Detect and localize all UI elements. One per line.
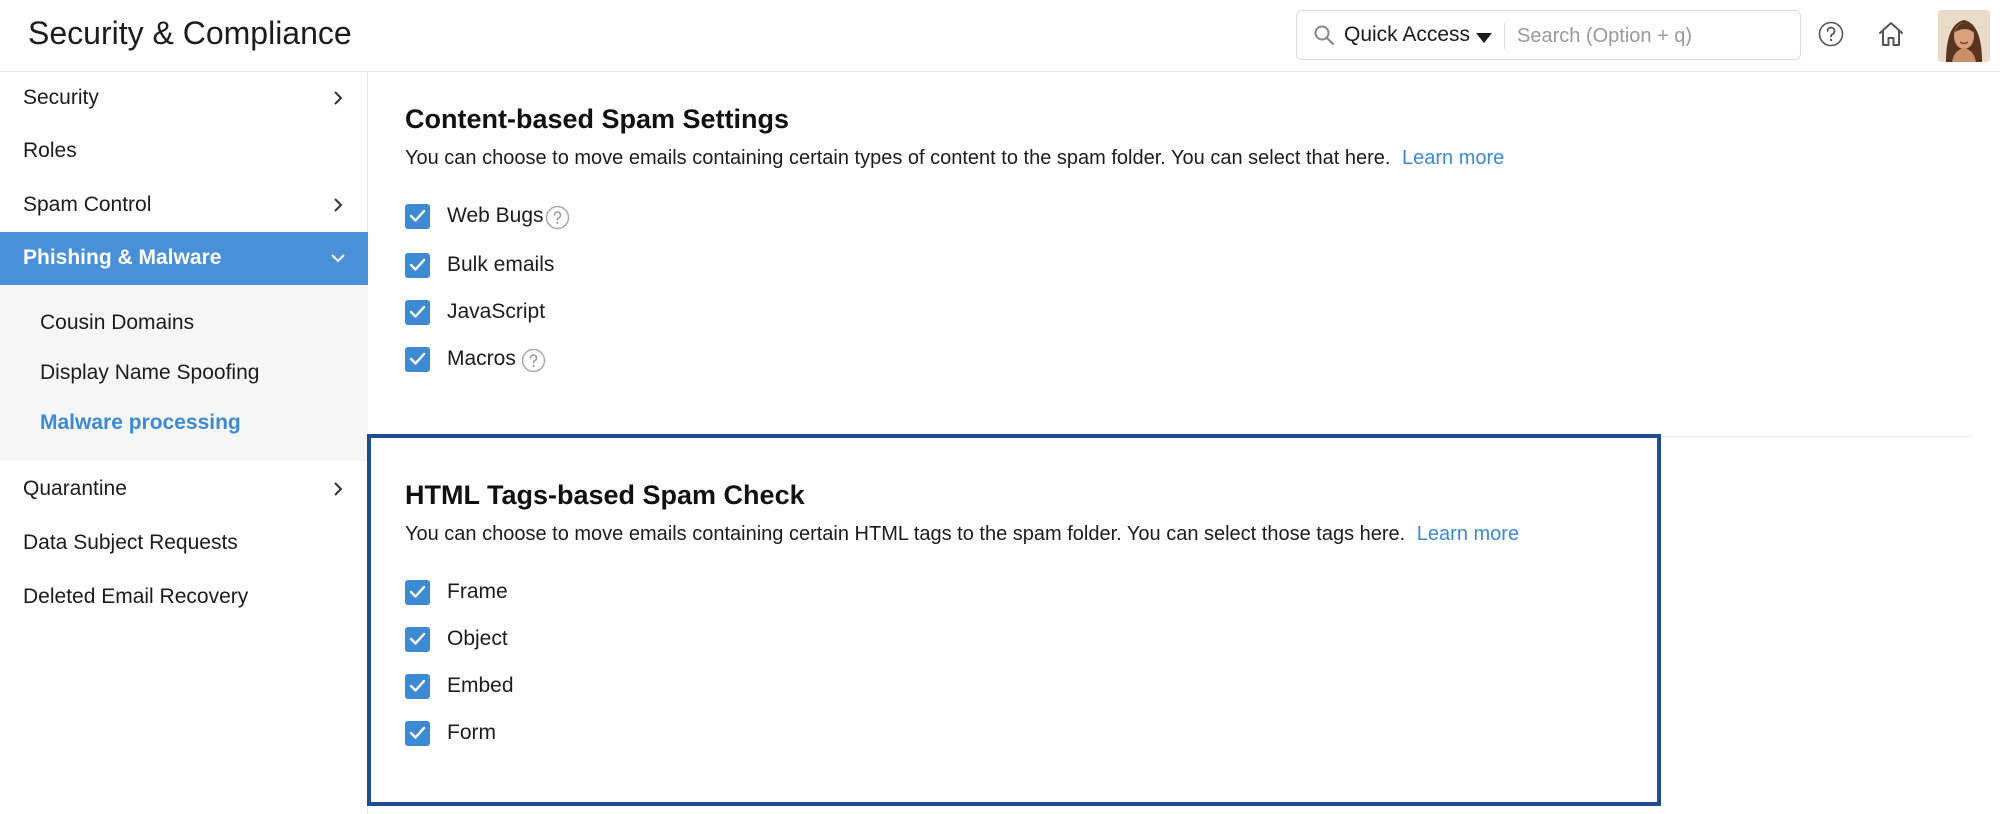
checkbox-object[interactable] <box>405 627 430 652</box>
learn-more-link[interactable]: Learn more <box>1417 523 1519 545</box>
chevron-right-icon <box>334 482 343 496</box>
sidebar-subitem-malware-processing[interactable]: Malware processing <box>40 411 241 435</box>
sidebar-item-roles[interactable]: Roles <box>0 125 368 178</box>
checkbox-embed[interactable] <box>405 674 430 699</box>
quick-access-dropdown[interactable]: Quick Access <box>1344 23 1470 47</box>
help-question-icon[interactable] <box>545 205 570 230</box>
content-spam-description: You can choose to move emails containing… <box>405 147 1504 170</box>
checkbox-label: Form <box>447 721 496 744</box>
sidebar-item-label: Data Subject Requests <box>23 531 238 554</box>
sidebar-item-quarantine[interactable]: Quarantine <box>0 463 368 516</box>
html-tags-title: HTML Tags-based Spam Check <box>405 480 805 510</box>
top-header: Security & Compliance Quick Access <box>0 0 2000 72</box>
html-tags-description: You can choose to move emails containing… <box>405 523 1519 546</box>
checkbox-form[interactable] <box>405 721 430 746</box>
quick-access-search-bar[interactable]: Quick Access <box>1296 10 1801 60</box>
checkbox-bulk-emails[interactable] <box>405 253 430 278</box>
caret-down-icon[interactable] <box>1476 33 1492 43</box>
search-input[interactable] <box>1517 19 1787 53</box>
sidebar-item-deleted-email-recovery[interactable]: Deleted Email Recovery <box>0 571 368 624</box>
checkbox-javascript[interactable] <box>405 300 430 325</box>
checkbox-web-bugs[interactable] <box>405 204 430 229</box>
checkbox-label: Frame <box>447 580 508 603</box>
checkbox-label: Web Bugs <box>447 204 544 227</box>
learn-more-link[interactable]: Learn more <box>1402 147 1504 169</box>
home-icon[interactable] <box>1876 19 1906 49</box>
chevron-right-icon <box>334 198 343 212</box>
content-spam-title: Content-based Spam Settings <box>405 104 790 134</box>
sidebar-nav: Security Roles Spam Control Phishing & M… <box>0 72 368 814</box>
description-text: You can choose to move emails containing… <box>405 147 1391 169</box>
separator <box>1504 23 1505 49</box>
checkbox-label: Bulk emails <box>447 253 555 276</box>
checkbox-label: JavaScript <box>447 300 546 323</box>
checkbox-label: Object <box>447 627 508 650</box>
sidebar-subitem-cousin-domains[interactable]: Cousin Domains <box>40 311 194 335</box>
search-icon <box>1314 25 1335 46</box>
chevron-down-icon <box>331 254 345 263</box>
help-question-icon[interactable] <box>521 348 546 373</box>
description-text: You can choose to move emails containing… <box>405 523 1406 545</box>
checkbox-label: Embed <box>447 674 514 697</box>
sidebar-item-label: Deleted Email Recovery <box>23 585 249 608</box>
user-avatar[interactable] <box>1938 10 1990 62</box>
sidebar-item-label: Phishing & Malware <box>23 246 222 269</box>
checkbox-frame[interactable] <box>405 580 430 605</box>
chevron-right-icon <box>334 91 343 105</box>
sidebar-item-phishing-malware[interactable]: Phishing & Malware <box>0 232 368 285</box>
sidebar-item-security[interactable]: Security <box>0 72 368 125</box>
submenu-phishing-malware: Cousin Domains Display Name Spoofing Mal… <box>0 286 368 461</box>
app-title: Security & Compliance <box>28 15 352 51</box>
help-icon[interactable] <box>1818 21 1844 47</box>
sidebar-subitem-display-name-spoofing[interactable]: Display Name Spoofing <box>40 361 259 385</box>
checkbox-macros[interactable] <box>405 347 430 372</box>
sidebar-item-label: Roles <box>23 139 77 162</box>
sidebar-item-data-subject-requests[interactable]: Data Subject Requests <box>0 517 368 570</box>
sidebar-item-label: Spam Control <box>23 193 152 216</box>
sidebar-item-label: Security <box>23 86 99 109</box>
checkbox-label: Macros <box>447 347 516 370</box>
sidebar-item-spam-control[interactable]: Spam Control <box>0 179 368 232</box>
sidebar-item-label: Quarantine <box>23 477 127 500</box>
